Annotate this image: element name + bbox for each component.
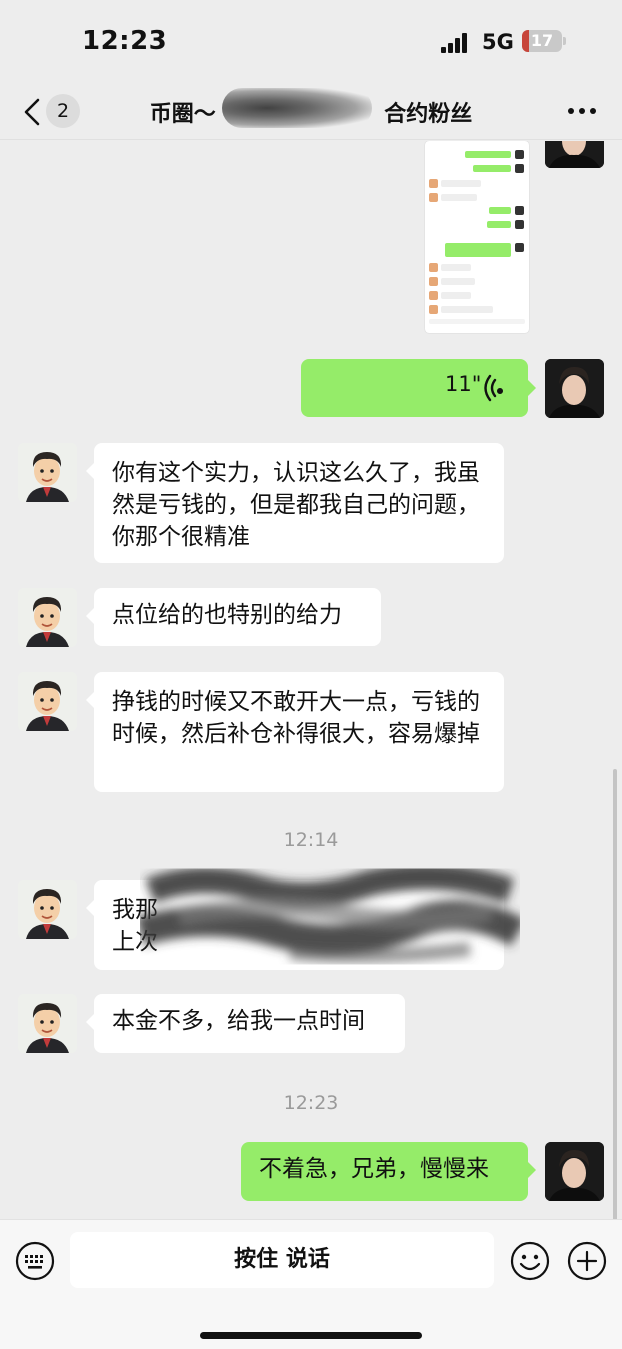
chat-title-suffix: 合约粉丝: [384, 102, 473, 127]
emoji-icon[interactable]: [510, 1241, 550, 1281]
message-timestamp: 12:23: [283, 1092, 339, 1114]
incoming-message[interactable]: 挣钱的时候又不敢开大一点，亏钱的时候，然后补仓补得很大，容易爆掉: [86, 672, 504, 792]
voice-wave-icon: [483, 374, 505, 402]
contact-avatar[interactable]: [18, 443, 77, 502]
battery-icon: 17: [522, 30, 566, 52]
network-type: 5G: [482, 30, 514, 54]
plus-icon[interactable]: [567, 1241, 607, 1281]
keyboard-icon[interactable]: [15, 1241, 55, 1281]
title-redaction: [222, 88, 372, 128]
message-list[interactable]: 11" 你有这个实力，认识这么久了，我虽然是亏钱的，但是都我自己的问题，你那个很…: [0, 141, 622, 1219]
contact-avatar[interactable]: [18, 588, 77, 647]
my-avatar[interactable]: [545, 141, 604, 168]
status-time: 12:23: [82, 26, 168, 56]
contact-avatar[interactable]: [18, 672, 77, 731]
cellular-signal-icon: [441, 33, 473, 53]
voice-message[interactable]: 11": [301, 359, 536, 417]
contact-avatar[interactable]: [18, 994, 77, 1053]
my-avatar[interactable]: [545, 359, 604, 418]
more-dots-icon[interactable]: [566, 98, 598, 122]
scrollbar[interactable]: [613, 769, 617, 1219]
input-bar: 按住 说话: [0, 1219, 622, 1349]
voice-duration: 11": [445, 372, 482, 396]
home-indicator[interactable]: [200, 1332, 422, 1339]
incoming-message[interactable]: 本金不多，给我一点时间: [86, 994, 405, 1053]
chat-title-prefix: 币圈～: [149, 102, 216, 127]
contact-avatar[interactable]: [18, 880, 77, 939]
battery-percent: 17: [530, 31, 554, 50]
outgoing-message[interactable]: 不着急，兄弟，慢慢来: [241, 1142, 536, 1201]
message-timestamp: 12:14: [283, 829, 339, 851]
incoming-message[interactable]: 点位给的也特别的给力: [86, 588, 381, 646]
incoming-message[interactable]: 你有这个实力，认识这么久了，我虽然是亏钱的，但是都我自己的问题，你那个很精准: [86, 443, 504, 563]
my-avatar[interactable]: [545, 1142, 604, 1201]
chat-header: 2 币圈～ 合约粉丝: [0, 84, 622, 140]
shared-image-message[interactable]: [425, 141, 529, 333]
hold-to-talk-button[interactable]: 按住 说话: [70, 1232, 494, 1288]
status-bar: 12:23 5G 17: [0, 0, 622, 84]
redaction-scribble: [140, 863, 520, 964]
